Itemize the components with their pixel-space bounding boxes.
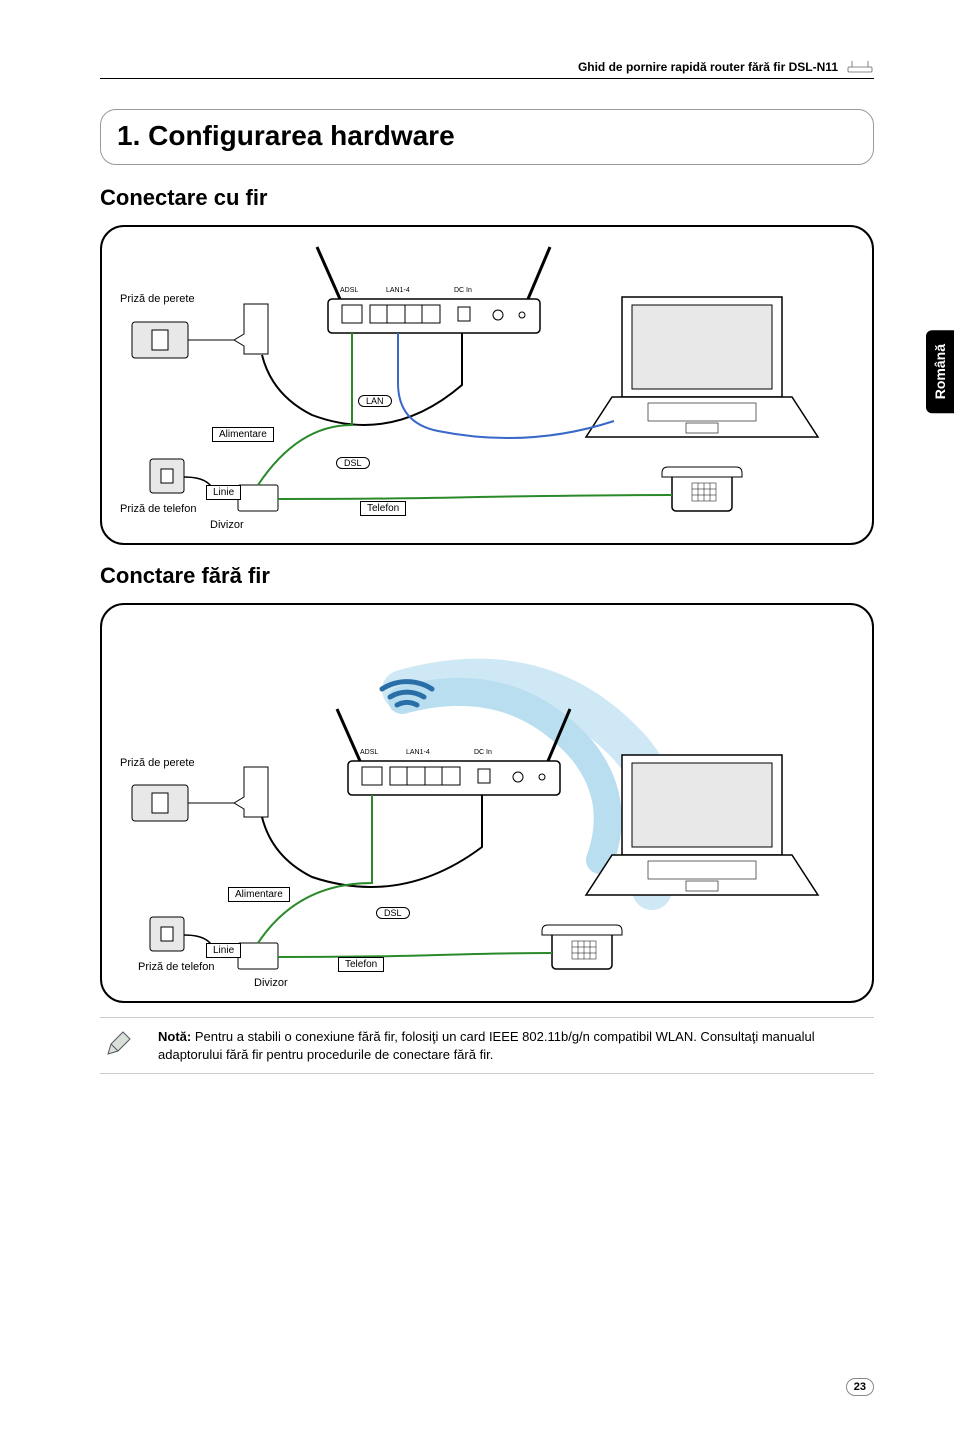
port-dc-label: DC In: [454, 287, 472, 294]
language-tab: Română: [926, 330, 954, 413]
wired-diagram: Priză de perete ADSL LAN1-4 DC In Alimen…: [100, 225, 874, 545]
line-label-2: Linie: [206, 943, 241, 958]
wall-outlet-label: Priză de perete: [120, 293, 195, 305]
wireless-subtitle: Conctare fără fir: [100, 563, 874, 589]
page-header: Ghid de pornire rapidă router fără fir D…: [100, 60, 874, 79]
note-text: Notă: Pentru a stabili o conexiune fără …: [158, 1028, 870, 1063]
section-title: 1. Configurarea hardware: [117, 120, 857, 152]
wall-outlet-label-2: Priză de perete: [120, 757, 195, 769]
phone-outlet-label: Priză de telefon: [120, 503, 196, 515]
port-lan-label: LAN1-4: [386, 287, 410, 294]
port-lan-label-2: LAN1-4: [406, 749, 430, 756]
section-heading-box: 1. Configurarea hardware: [100, 109, 874, 165]
power-label-2: Alimentare: [228, 887, 290, 902]
splitter-label-2: Divizor: [254, 977, 288, 989]
header-title: Ghid de pornire rapidă router fără fir D…: [578, 60, 838, 74]
port-dc-label-2: DC In: [474, 749, 492, 756]
pencil-icon: [104, 1030, 132, 1058]
power-label: Alimentare: [212, 427, 274, 442]
dsl-bubble-2: DSL: [376, 907, 410, 919]
page-number: 23: [846, 1378, 874, 1396]
wired-subtitle: Conectare cu fir: [100, 185, 874, 211]
router-mini-icon: [846, 60, 874, 74]
line-label: Linie: [206, 485, 241, 500]
note-block: Notă: Pentru a stabili o conexiune fără …: [100, 1017, 874, 1074]
port-adsl-label-2: ADSL: [360, 749, 378, 756]
lan-bubble: LAN: [358, 395, 392, 407]
note-body: Pentru a stabili o conexiune fără fir, f…: [158, 1029, 815, 1062]
wireless-diagram: Priză de perete ADSL LAN1-4 DC In Alimen…: [100, 603, 874, 1003]
port-adsl-label: ADSL: [340, 287, 358, 294]
dsl-bubble: DSL: [336, 457, 370, 469]
phone-outlet-label-2: Priză de telefon: [138, 961, 214, 973]
telephone-label: Telefon: [360, 501, 406, 516]
note-label: Notă:: [158, 1029, 191, 1044]
telephone-label-2: Telefon: [338, 957, 384, 972]
splitter-label: Divizor: [210, 519, 244, 531]
